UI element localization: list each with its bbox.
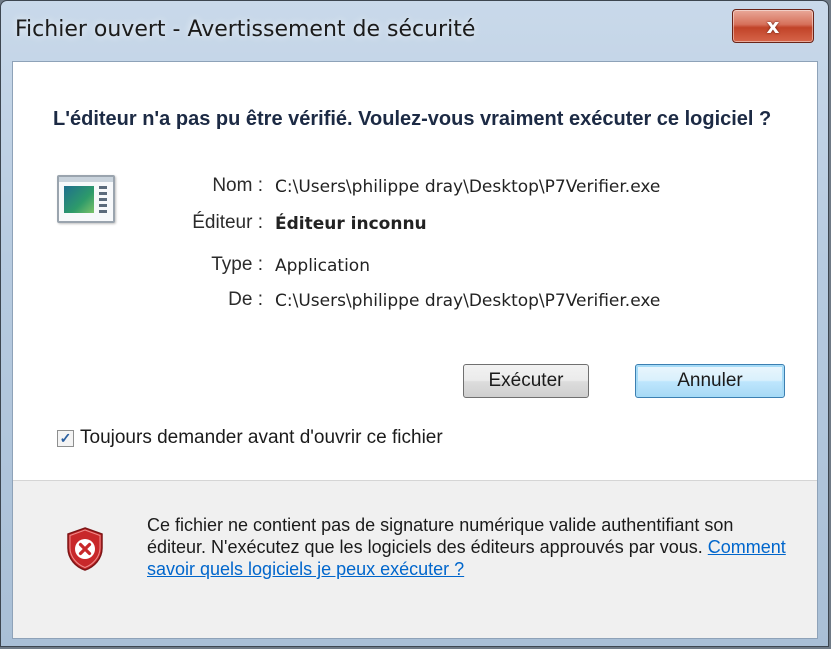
detail-publisher-label: Éditeur : bbox=[192, 212, 263, 233]
detail-name-value: C:\Users\philippe dray\Desktop\P7Verifie… bbox=[275, 177, 661, 197]
detail-from-value: C:\Users\philippe dray\Desktop\P7Verifie… bbox=[275, 291, 661, 311]
detail-type-label-box: Type : bbox=[111, 254, 263, 280]
detail-type-label: Type : bbox=[211, 254, 263, 275]
detail-from-label: De : bbox=[228, 289, 263, 310]
close-button[interactable]: x bbox=[732, 9, 814, 43]
always-ask-checkbox[interactable]: ✓ bbox=[57, 429, 74, 447]
warning-text: Ce fichier ne contient pas de signature … bbox=[147, 515, 734, 557]
detail-type-value: Application bbox=[275, 256, 370, 276]
application-icon bbox=[57, 175, 115, 223]
always-ask-label[interactable]: Toujours demander avant d'ouvrir ce fich… bbox=[80, 427, 443, 449]
window-title: Fichier ouvert - Avertissement de sécuri… bbox=[15, 17, 476, 42]
detail-publisher-value: Éditeur inconnu bbox=[275, 214, 427, 234]
dialog-heading: L'éditeur n'a pas pu être vérifié. Voule… bbox=[53, 108, 772, 130]
always-ask-checkbox-row[interactable]: ✓ Toujours demander avant d'ouvrir ce fi… bbox=[57, 426, 443, 450]
run-button[interactable]: Exécuter bbox=[463, 364, 589, 398]
check-icon: ✓ bbox=[59, 430, 72, 446]
application-icon-lines bbox=[99, 186, 107, 213]
security-warning-dialog: Fichier ouvert - Avertissement de sécuri… bbox=[0, 0, 829, 647]
detail-name-label-box: Nom : bbox=[111, 175, 263, 201]
warning-message: Ce fichier ne contient pas de signature … bbox=[147, 514, 787, 580]
cancel-button[interactable]: Annuler bbox=[635, 364, 785, 398]
title-bar[interactable]: Fichier ouvert - Avertissement de sécuri… bbox=[1, 1, 828, 59]
detail-name-label: Nom : bbox=[212, 175, 263, 196]
detail-publisher-label-box: Éditeur : bbox=[111, 212, 263, 238]
application-icon-screen bbox=[64, 186, 94, 213]
security-shield-icon bbox=[67, 527, 103, 571]
detail-from-label-box: De : bbox=[111, 289, 263, 315]
close-icon: x bbox=[766, 14, 780, 38]
dialog-body: L'éditeur n'a pas pu être vérifié. Voule… bbox=[12, 61, 818, 639]
application-icon-titlebar bbox=[59, 177, 113, 182]
